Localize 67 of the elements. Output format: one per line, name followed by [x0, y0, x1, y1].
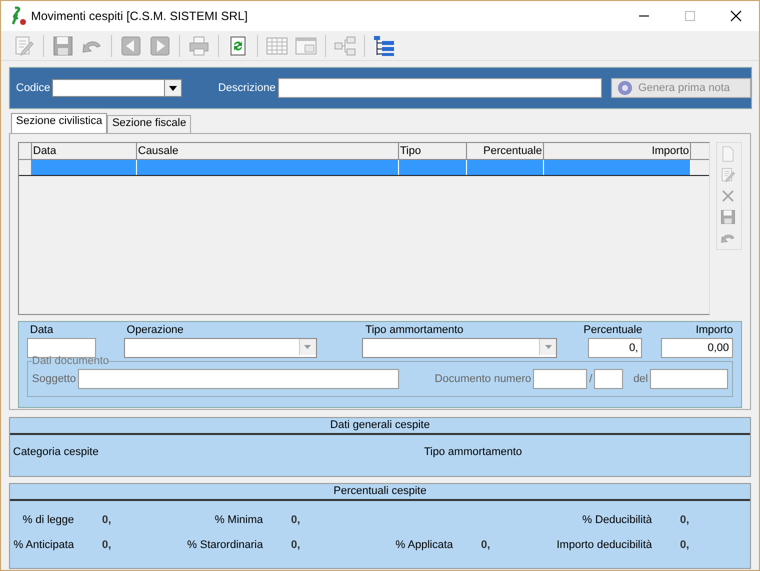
document-series-field[interactable]	[594, 369, 624, 389]
dropdown[interactable]	[362, 338, 558, 358]
cross-icon	[720, 188, 736, 204]
description-field[interactable]	[278, 78, 602, 98]
percentage-label: % Applicata	[394, 539, 453, 551]
pencil-page-icon	[720, 166, 736, 182]
dropdown[interactable]	[124, 338, 317, 358]
tree-icon	[373, 34, 395, 56]
column-header[interactable]: Tipo	[399, 143, 467, 159]
number-field[interactable]: 0,00	[661, 338, 733, 358]
document-date-field[interactable]	[650, 369, 728, 389]
field-label: Tipo ammortamento	[364, 324, 464, 338]
percentage-label: % Starordinaria	[186, 539, 263, 551]
percentage-value: 0,	[290, 514, 302, 526]
subject-field[interactable]	[78, 369, 399, 389]
code-dropdown[interactable]	[52, 79, 182, 97]
caret-icon	[169, 86, 178, 90]
caret-icon	[544, 345, 552, 349]
subject-label: Soggetto	[32, 373, 76, 385]
depreciation-label: Tipo ammortamento	[424, 446, 522, 458]
document-number-field[interactable]	[533, 369, 588, 389]
gear-icon	[616, 79, 634, 97]
field-label: Importo	[696, 324, 733, 338]
percentage-label: % Minima	[214, 514, 263, 526]
number-field[interactable]: 0,	[588, 338, 642, 358]
percentage-value: 0,	[101, 539, 112, 551]
percentage-value: 0,	[480, 539, 492, 551]
tab[interactable]: Sezione civilistica	[11, 113, 108, 133]
percentage-value: 0,	[679, 514, 690, 526]
description-label: Descrizione	[218, 82, 276, 94]
field-label: Data	[29, 324, 54, 338]
pencil-page-icon	[13, 34, 35, 56]
window-title: Movimenti cespiti [C.S.M. SISTEMI SRL]	[31, 9, 249, 23]
app-logo-icon	[9, 6, 27, 26]
percentage-label: % di legge	[22, 514, 74, 526]
date-label: del	[633, 373, 648, 385]
table-icon	[266, 34, 288, 56]
percentage-label: % Deducibilità	[581, 514, 652, 526]
field-label: Operazione	[126, 324, 185, 338]
column-header[interactable]: Percentuale	[467, 143, 544, 159]
separator-label: /	[589, 373, 592, 385]
category-label: Categoria cespite	[13, 446, 100, 458]
column-header[interactable]: Causale	[137, 143, 399, 159]
column-header[interactable]: Data	[32, 143, 137, 159]
table-row[interactable]	[19, 160, 710, 176]
field-label: Percentuale	[584, 324, 642, 338]
floppy-icon	[720, 208, 736, 224]
maximize-button[interactable]	[684, 10, 696, 22]
date-field[interactable]	[27, 338, 96, 358]
percentage-label: Importo deducibilità	[556, 539, 652, 551]
document-number-label: Documento numero	[434, 373, 532, 385]
section-header: Percentuali cespite	[10, 484, 750, 501]
percentage-value: 0,	[290, 539, 302, 551]
diagram-icon	[334, 34, 356, 56]
page-icon	[720, 146, 736, 162]
tab[interactable]: Sezione fiscale	[107, 115, 192, 133]
percentage-label: % Anticipata	[12, 539, 74, 551]
floppy-icon	[52, 34, 74, 56]
section-header: Dati generali cespite	[10, 418, 750, 435]
percentage-value: 0,	[101, 514, 112, 526]
window-icon	[295, 34, 317, 56]
percentage-value: 0,	[679, 539, 690, 551]
printer-icon	[188, 34, 210, 56]
code-label: Codice	[16, 82, 50, 94]
close-button[interactable]	[730, 10, 742, 22]
caret-icon	[304, 345, 312, 349]
column-header[interactable]: Importo	[544, 143, 691, 159]
